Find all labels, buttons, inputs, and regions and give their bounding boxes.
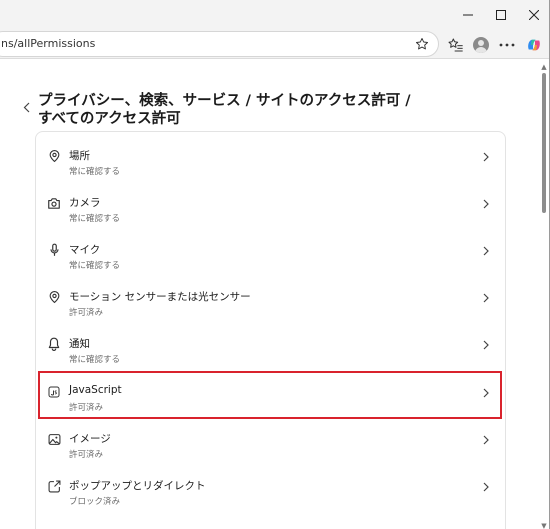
favorites-button[interactable] [444,33,468,57]
chevron-right-icon [481,197,491,211]
minimize-button[interactable] [450,0,486,30]
permission-status: ブロック済み [69,497,121,507]
chevron-right-icon [481,480,491,494]
permission-status: 常に確認する [69,355,121,365]
star-icon [415,37,429,50]
popup-redirect-icon [47,479,61,493]
close-icon [529,10,539,20]
permission-row-images[interactable]: イメージ 許可済み [36,419,505,466]
permission-title: ポップアップとリダイレクト [69,480,206,492]
permission-title: モーション センサーまたは光センサー [69,291,251,303]
chevron-left-icon [23,102,29,112]
permission-title: イメージ [69,433,111,445]
settings-more-button[interactable] [495,33,519,57]
permission-status: 常に確認する [69,214,121,224]
permission-status: 常に確認する [69,261,121,271]
permission-row-motion-sensor[interactable]: モーション センサーまたは光センサー 許可済み [36,277,505,324]
permission-status: 許可済み [69,450,104,460]
back-button[interactable] [18,99,34,115]
bell-icon [47,337,61,351]
scroll-down-arrow-icon[interactable]: ▼ [540,522,548,529]
more-dots-icon [499,43,515,47]
permission-title: マイク [69,244,101,256]
camera-icon [47,196,61,210]
chevron-right-icon [481,386,491,400]
vertical-scrollbar[interactable]: ▲ ▼ [541,63,547,529]
permission-row-microphone[interactable]: マイク 常に確認する [36,230,505,277]
permission-title: カメラ [69,197,101,209]
favorites-list-icon [448,38,463,52]
chevron-right-icon [481,433,491,447]
chevron-right-icon [481,291,491,305]
chevron-right-icon [481,338,491,352]
motion-sensor-icon [47,290,61,304]
scroll-up-arrow-icon[interactable]: ▲ [540,63,548,71]
location-pin-icon [47,149,61,163]
breadcrumb-line-1: プライバシー、検索、サービス / サイトのアクセス許可 / [38,93,411,109]
copilot-button[interactable] [522,33,546,57]
address-bar[interactable]: ns/allPermissions [0,31,439,57]
permission-row-notifications[interactable]: 通知 常に確認する [36,324,505,371]
scroll-thumb[interactable] [542,73,546,213]
permission-row-location[interactable]: 場所 常に確認する [36,136,505,183]
permission-row-javascript[interactable]: JavaScript 許可済み [36,372,505,419]
breadcrumb-line-2: すべてのアクセス許可 [38,111,181,127]
permission-status: 許可済み [69,403,104,413]
javascript-icon [47,385,61,399]
chevron-right-icon [481,244,491,258]
avatar-icon [473,37,489,53]
chevron-right-icon [481,150,491,164]
permission-title: JavaScript [69,384,122,396]
url-text[interactable]: ns/allPermissions [1,37,95,50]
minimize-icon [463,14,473,16]
settings-page: プライバシー、検索、サービス / サイトのアクセス許可 / すべてのアクセス許可… [0,58,550,529]
permission-status: 許可済み [69,308,104,318]
copilot-icon [528,39,540,51]
permission-row-popups[interactable]: ポップアップとリダイレクト ブロック済み [36,466,505,513]
permission-row-camera[interactable]: カメラ 常に確認する [36,183,505,230]
permissions-list: 場所 常に確認する カメラ 常に確認する マイク 常に確認する モーション セン… [35,131,506,529]
close-window-button[interactable] [516,0,550,30]
page-title: プライバシー、検索、サービス / サイトのアクセス許可 / すべてのアクセス許可 [38,92,438,128]
title-bar [0,0,550,30]
maximize-icon [496,10,506,20]
permission-status: 常に確認する [69,167,121,177]
maximize-button[interactable] [483,0,519,30]
favorite-star-button[interactable] [412,34,432,54]
permission-title: 場所 [69,150,90,162]
profile-button[interactable] [469,33,493,57]
microphone-icon [47,243,61,257]
permission-title: 通知 [69,338,90,350]
image-icon [47,432,61,446]
browser-toolbar: ns/allPermissions [0,30,550,58]
